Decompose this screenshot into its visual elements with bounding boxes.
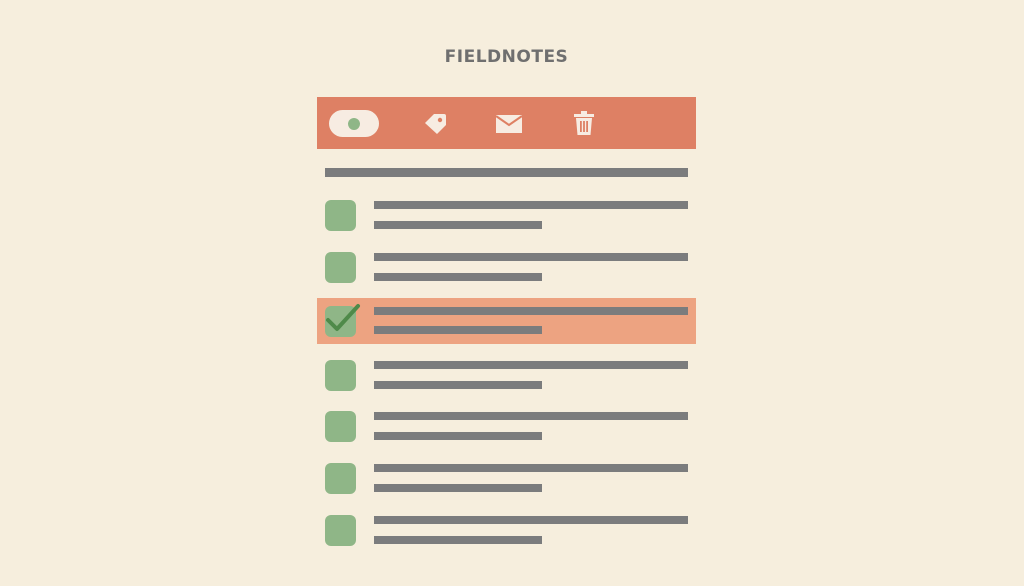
item-subtitle-placeholder — [374, 536, 542, 544]
row-checkbox[interactable] — [325, 515, 356, 546]
trash-button[interactable] — [571, 109, 597, 137]
item-title-placeholder — [374, 412, 688, 420]
item-subtitle-placeholder — [374, 381, 542, 389]
toolbar — [317, 97, 696, 149]
tag-button[interactable] — [421, 110, 449, 137]
list-item[interactable] — [317, 454, 696, 500]
item-title-placeholder — [374, 253, 688, 261]
list-item[interactable] — [317, 351, 696, 397]
app-title: FIELDNOTES — [444, 47, 569, 67]
list-item[interactable] — [317, 191, 696, 237]
item-subtitle-placeholder — [374, 432, 542, 440]
trash-icon — [574, 111, 594, 135]
row-checkbox[interactable] — [325, 411, 356, 442]
item-title-placeholder — [374, 516, 688, 524]
row-checkbox[interactable] — [325, 200, 356, 231]
item-subtitle-placeholder — [374, 221, 542, 229]
list-item[interactable] — [317, 506, 696, 552]
item-subtitle-placeholder — [374, 326, 542, 334]
toggle-button[interactable] — [329, 110, 379, 137]
item-subtitle-placeholder — [374, 273, 542, 281]
item-title-placeholder — [374, 464, 688, 472]
toggle-icon — [348, 117, 360, 130]
row-checkbox[interactable] — [325, 360, 356, 391]
list-item[interactable] — [317, 402, 696, 448]
list-item[interactable] — [317, 243, 696, 289]
item-subtitle-placeholder — [374, 484, 542, 492]
mail-icon — [495, 114, 523, 133]
tag-icon — [425, 113, 446, 134]
check-icon — [326, 304, 360, 331]
mail-button[interactable] — [495, 110, 523, 137]
row-checkbox[interactable] — [325, 304, 360, 337]
row-checkbox[interactable] — [325, 463, 356, 494]
list-header-bar — [325, 168, 688, 177]
item-title-placeholder — [374, 361, 688, 369]
item-title-placeholder — [374, 307, 688, 315]
item-title-placeholder — [374, 201, 688, 209]
list-item[interactable] — [317, 298, 696, 344]
row-checkbox[interactable] — [325, 252, 356, 283]
